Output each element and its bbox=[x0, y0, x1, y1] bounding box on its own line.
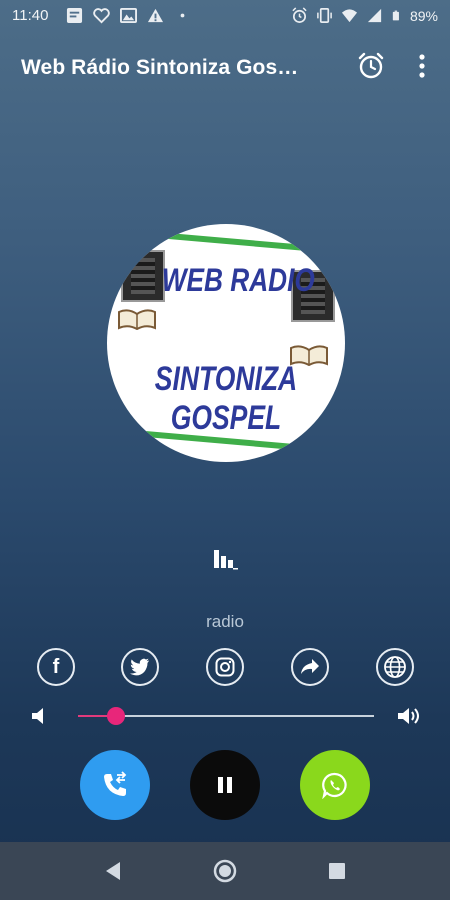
app-bar: Web Rádio Sintoniza Gos… bbox=[0, 38, 450, 94]
twitter-icon bbox=[130, 658, 150, 676]
battery-percentage: 89% bbox=[409, 7, 438, 24]
status-time: 11:40 bbox=[12, 7, 49, 24]
back-icon[interactable] bbox=[100, 858, 126, 884]
play-pause-button[interactable] bbox=[190, 750, 260, 820]
share-icon bbox=[301, 659, 319, 674]
warning-icon bbox=[147, 8, 164, 23]
pause-icon bbox=[218, 777, 232, 793]
wifi-icon bbox=[341, 9, 358, 23]
twitter-button[interactable] bbox=[121, 648, 159, 686]
logo-text-line1: WEB RADIO bbox=[161, 262, 315, 298]
status-bar: 11:40 89% bbox=[0, 0, 450, 32]
bible-icon bbox=[118, 309, 156, 330]
system-nav-bar bbox=[0, 842, 450, 900]
volume-low-icon[interactable] bbox=[30, 705, 48, 727]
whatsapp-button[interactable] bbox=[300, 750, 370, 820]
instagram-icon bbox=[215, 657, 235, 677]
whatsapp-icon bbox=[322, 772, 347, 799]
heart-icon bbox=[93, 8, 110, 24]
alarm-clock-icon[interactable] bbox=[356, 51, 386, 81]
station-label: radio bbox=[206, 612, 244, 631]
page-title: Web Rádio Sintoniza Gos… bbox=[21, 56, 299, 79]
signal-icon bbox=[367, 8, 382, 23]
station-logo: WEB RADIO SINTONIZA GOSPEL bbox=[107, 224, 345, 462]
volume-high-icon[interactable] bbox=[396, 705, 424, 727]
home-icon[interactable] bbox=[212, 858, 238, 884]
battery-icon bbox=[392, 10, 399, 21]
logo-text-line2: SINTONIZA GOSPEL bbox=[154, 360, 298, 437]
volume-slider-thumb[interactable] bbox=[107, 707, 126, 725]
website-button[interactable] bbox=[376, 648, 414, 686]
more-vert-icon[interactable] bbox=[412, 51, 432, 81]
facebook-button[interactable]: f bbox=[37, 648, 75, 686]
instagram-button[interactable] bbox=[206, 648, 244, 686]
call-button[interactable] bbox=[80, 750, 150, 820]
recents-icon[interactable] bbox=[324, 858, 350, 884]
vibrate-icon bbox=[317, 8, 332, 23]
social-links: f bbox=[0, 648, 450, 690]
playback-controls bbox=[0, 750, 450, 822]
dot-icon bbox=[180, 13, 185, 18]
globe-icon bbox=[384, 656, 406, 678]
facebook-icon: f bbox=[52, 655, 60, 678]
message-icon bbox=[66, 7, 83, 24]
volume-control bbox=[0, 702, 450, 730]
equalizer-icon bbox=[214, 550, 238, 570]
phone-call-icon bbox=[104, 771, 127, 796]
share-button[interactable] bbox=[291, 648, 329, 686]
alarm-icon bbox=[292, 7, 307, 23]
gallery-icon bbox=[120, 7, 137, 24]
